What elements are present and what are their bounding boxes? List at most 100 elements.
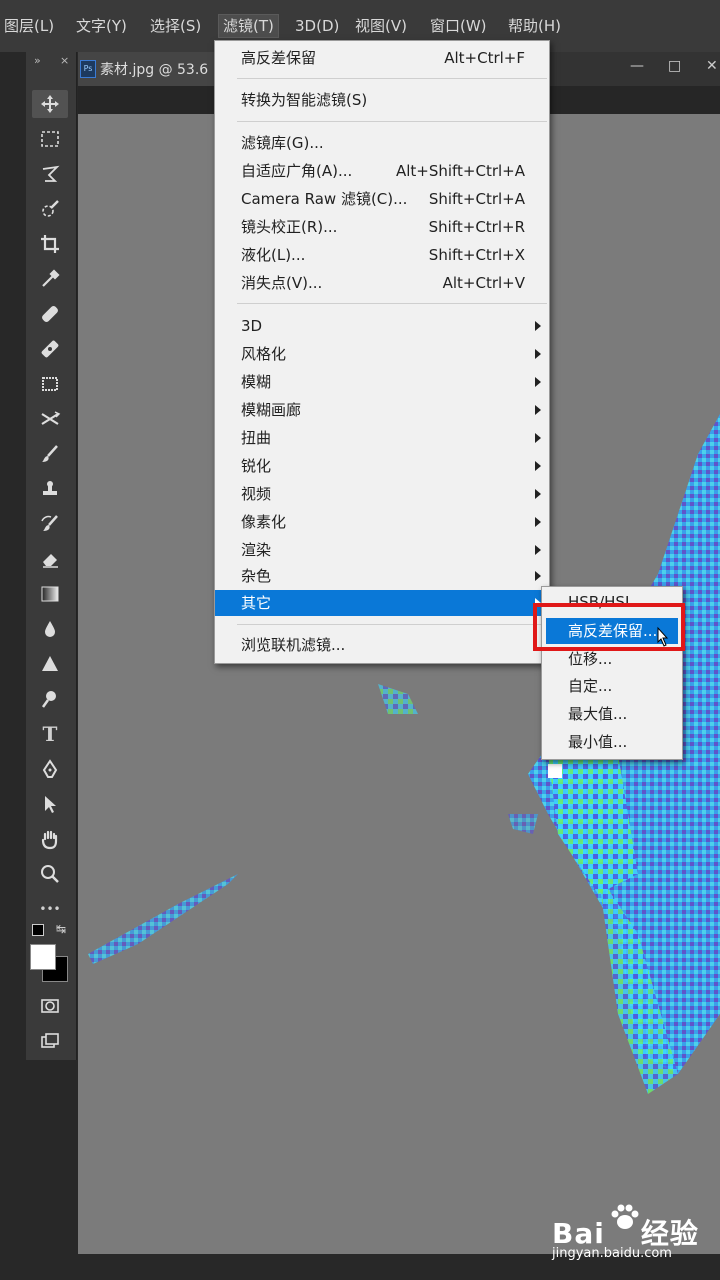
path-select-tool-icon[interactable] (32, 790, 68, 818)
move-tool-icon[interactable] (32, 90, 68, 118)
menu-item-label: 镜头校正(R)... (241, 218, 338, 236)
dodge-tool-icon[interactable] (32, 685, 68, 713)
menu-item-camera-raw[interactable]: Camera Raw 滤镜(C)... Shift+Ctrl+A (215, 186, 549, 212)
submenu-item-maximum[interactable]: 最大值... (542, 701, 682, 727)
marquee-tool-icon[interactable] (32, 125, 68, 153)
submenu-arrow-icon (535, 377, 541, 387)
menu-item-render[interactable]: 渲染 (215, 537, 549, 563)
menu-item-shortcut: Shift+Ctrl+R (428, 218, 525, 236)
more-tools-icon[interactable]: ••• (32, 895, 68, 923)
menu-item-label: 渲染 (241, 541, 272, 559)
menu-filter[interactable]: 滤镜(T) (218, 14, 279, 38)
submenu-arrow-icon (535, 571, 541, 581)
menu-item-vanishing-point[interactable]: 消失点(V)... Alt+Ctrl+V (215, 270, 549, 296)
tools-panel-header: » × (26, 52, 76, 72)
panel-close-icon[interactable]: × (60, 54, 69, 67)
lasso-tool-icon[interactable] (32, 160, 68, 188)
submenu-arrow-icon (535, 517, 541, 527)
menu-item-label: 风格化 (241, 345, 287, 363)
menu-item-last-filter[interactable]: 高反差保留 Alt+Ctrl+F (215, 45, 549, 71)
gradient-tool-icon[interactable] (32, 580, 68, 608)
watermark-url: jingyan.baidu.com (552, 1246, 672, 1261)
default-colors-icon[interactable] (32, 924, 44, 936)
menu-item-label: 视频 (241, 485, 272, 503)
menu-item-sharpen[interactable]: 锐化 (215, 453, 549, 479)
menu-item-label: 自适应广角(A)... (241, 162, 353, 180)
restore-icon[interactable]: □ (668, 58, 681, 74)
clone-stamp-tool-icon[interactable] (32, 475, 68, 503)
quick-mask-icon[interactable] (32, 992, 68, 1020)
hand-tool-icon[interactable] (32, 825, 68, 853)
content-aware-move-tool-icon[interactable] (32, 405, 68, 433)
menu-view[interactable]: 视图(V) (355, 15, 407, 37)
submenu-arrow-icon (535, 321, 541, 331)
menu-item-label: 浏览联机滤镜... (241, 636, 346, 654)
history-brush-tool-icon[interactable] (32, 510, 68, 538)
baidu-paw-icon (611, 1204, 639, 1229)
quick-select-tool-icon[interactable] (32, 195, 68, 223)
menu-item-3d[interactable]: 3D (215, 313, 549, 339)
menu-item-browse-online[interactable]: 浏览联机滤镜... (215, 632, 549, 658)
menu-item-filter-gallery[interactable]: 滤镜库(G)... (215, 130, 549, 156)
menu-separator (237, 624, 547, 625)
menu-item-label: 液化(L)... (241, 246, 306, 264)
menu-item-liquify[interactable]: 液化(L)... Shift+Ctrl+X (215, 242, 549, 268)
menu-item-pixelate[interactable]: 像素化 (215, 509, 549, 535)
menu-item-stylize[interactable]: 风格化 (215, 341, 549, 367)
menu-item-label: 杂色 (241, 567, 272, 585)
menu-separator (237, 78, 547, 79)
frame-tool-icon[interactable] (32, 370, 68, 398)
menu-help[interactable]: 帮助(H) (508, 15, 561, 37)
ps-file-icon: Ps (80, 60, 96, 78)
collapse-icon[interactable]: » (34, 54, 41, 67)
submenu-item-label: 自定... (568, 677, 613, 695)
submenu-arrow-icon (535, 349, 541, 359)
tools-panel: » × T ••• ↹ (26, 52, 77, 1060)
type-tool-icon[interactable]: T (32, 720, 68, 748)
document-tab-name: 素材.jpg @ 53.6 (100, 62, 209, 78)
submenu-item-minimum[interactable]: 最小值... (542, 729, 682, 755)
sharpen-tool-icon[interactable] (32, 650, 68, 678)
menu-item-other[interactable]: 其它 (215, 590, 549, 616)
menu-item-blur-gallery[interactable]: 模糊画廊 (215, 397, 549, 423)
submenu-arrow-icon (535, 489, 541, 499)
menu-separator (237, 121, 547, 122)
menu-item-label: Camera Raw 滤镜(C)... (241, 190, 408, 208)
pen-tool-icon[interactable] (32, 755, 68, 783)
submenu-arrow-icon (535, 545, 541, 555)
menu-window[interactable]: 窗口(W) (430, 15, 487, 37)
submenu-arrow-icon (535, 433, 541, 443)
submenu-arrow-icon (535, 405, 541, 415)
menu-layer[interactable]: 图层(L) (4, 15, 54, 37)
menu-item-convert-smart[interactable]: 转换为智能滤镜(S) (215, 87, 549, 113)
patch-tool-icon[interactable] (32, 335, 68, 363)
menu-item-video[interactable]: 视频 (215, 481, 549, 507)
menu-item-shortcut: Alt+Ctrl+V (442, 274, 525, 292)
swap-colors-icon[interactable]: ↹ (56, 922, 66, 936)
menu-item-shortcut: Alt+Shift+Ctrl+A (395, 162, 525, 180)
brush-tool-icon[interactable] (32, 440, 68, 468)
menu-item-shortcut: Shift+Ctrl+X (428, 246, 525, 264)
menu-item-blur[interactable]: 模糊 (215, 369, 549, 395)
submenu-item-custom[interactable]: 自定... (542, 673, 682, 699)
eraser-tool-icon[interactable] (32, 545, 68, 573)
menu-item-lens-correction[interactable]: 镜头校正(R)... Shift+Ctrl+R (215, 214, 549, 240)
menu-item-shortcut: Alt+Ctrl+F (444, 49, 525, 67)
menu-type[interactable]: 文字(Y) (76, 15, 127, 37)
screen-mode-icon[interactable] (32, 1027, 68, 1055)
blur-tool-icon[interactable] (32, 615, 68, 643)
minimize-icon[interactable]: — (630, 58, 644, 74)
menu-select[interactable]: 选择(S) (150, 15, 201, 37)
menu-item-distort[interactable]: 扭曲 (215, 425, 549, 451)
menu-item-adaptive-wide-angle[interactable]: 自适应广角(A)... Alt+Shift+Ctrl+A (215, 158, 549, 184)
eyedropper-tool-icon[interactable] (32, 265, 68, 293)
crop-tool-icon[interactable] (32, 230, 68, 258)
close-icon[interactable]: ✕ (706, 58, 718, 74)
document-tab[interactable]: Ps 素材.jpg @ 53.6 (78, 52, 228, 86)
menu-item-label: 高反差保留 (241, 49, 317, 67)
menu-3d[interactable]: 3D(D) (295, 15, 339, 37)
menu-item-noise[interactable]: 杂色 (215, 563, 549, 589)
zoom-tool-icon[interactable] (32, 860, 68, 888)
healing-brush-tool-icon[interactable] (32, 300, 68, 328)
foreground-color-swatch[interactable] (30, 944, 56, 970)
